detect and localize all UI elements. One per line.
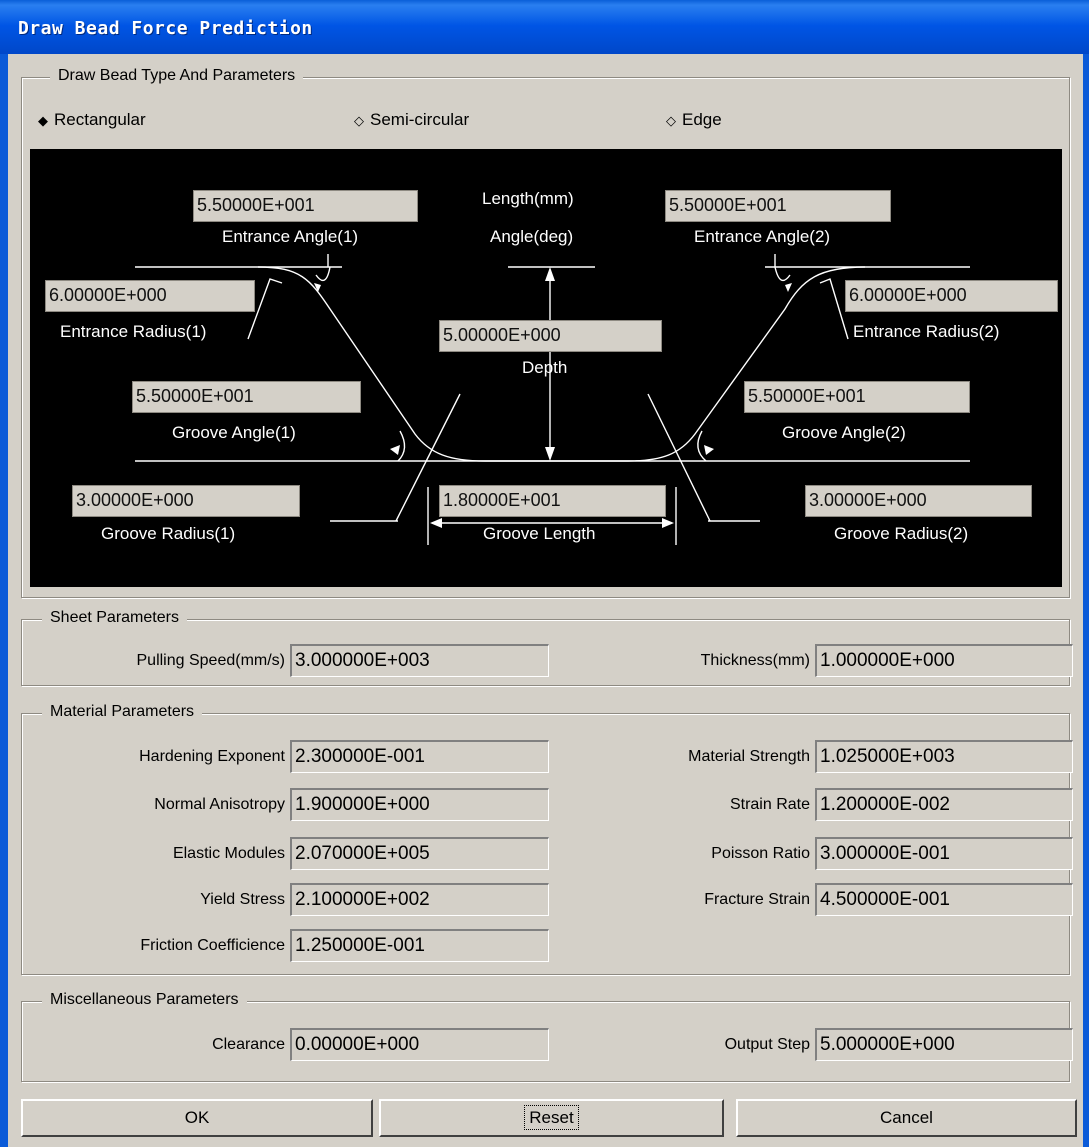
output-step-input[interactable]: 5.000000E+000: [815, 1028, 1073, 1061]
material-strength-input[interactable]: 1.025000E+003: [815, 740, 1073, 773]
entrance-radius-1-field[interactable]: 6.00000E+000: [45, 280, 255, 312]
misc-parameters-legend: Miscellaneous Parameters: [42, 991, 247, 1009]
reset-button[interactable]: Reset: [379, 1099, 724, 1137]
radio-selected-icon: ◆: [38, 113, 48, 128]
entrance-angle-2-label: Entrance Angle(2): [694, 227, 831, 246]
elastic-modules-input[interactable]: 2.070000E+005: [290, 837, 549, 870]
thickness-label: Thickness(mm): [700, 652, 810, 669]
units-angle-label: Angle(deg): [490, 227, 574, 246]
strain-rate-label: Strain Rate: [729, 796, 810, 813]
groove-angle-2-field[interactable]: 5.50000E+001: [744, 381, 970, 413]
entrance-angle-1-field[interactable]: 5.50000E+001: [193, 190, 418, 222]
groove-radius-1-label: Groove Radius(1): [101, 524, 236, 543]
radio-rectangular-label: Rectangular: [54, 110, 146, 129]
strain-rate-input[interactable]: 1.200000E-002: [815, 788, 1073, 821]
entrance-radius-1-label: Entrance Radius(1): [60, 322, 207, 341]
elastic-modules-label: Elastic Modules: [172, 845, 285, 862]
material-strength-label: Material Strength: [688, 748, 810, 765]
normal-anisotropy-label: Normal Anisotropy: [154, 796, 285, 813]
radio-semi-circular-label: Semi-circular: [370, 110, 470, 129]
poisson-ratio-label: Poisson Ratio: [711, 845, 810, 862]
friction-coefficience-input[interactable]: 1.250000E-001: [290, 929, 549, 962]
groove-length-field[interactable]: 1.80000E+001: [439, 485, 666, 517]
yield-stress-label: Yield Stress: [200, 891, 285, 908]
entrance-angle-1-label: Entrance Angle(1): [222, 227, 359, 246]
thickness-input[interactable]: 1.000000E+000: [815, 644, 1073, 677]
radio-rectangular[interactable]: ◆ Rectangular: [36, 110, 146, 130]
draw-bead-type-legend: Draw Bead Type And Parameters: [50, 67, 304, 85]
normal-anisotropy-input[interactable]: 1.900000E+000: [290, 788, 549, 821]
material-parameters-legend: Material Parameters: [42, 703, 203, 721]
clearance-input[interactable]: 0.00000E+000: [290, 1028, 549, 1061]
ok-button[interactable]: OK: [21, 1099, 373, 1137]
entrance-radius-2-label: Entrance Radius(2): [853, 322, 1000, 341]
hardening-exponent-label: Hardening Exponent: [139, 748, 285, 765]
groove-length-label: Groove Length: [483, 524, 596, 543]
friction-coefficience-label: Friction Coefficience: [140, 937, 285, 954]
groove-radius-1-field[interactable]: 3.00000E+000: [72, 485, 300, 517]
cancel-button[interactable]: Cancel: [736, 1099, 1077, 1137]
reset-button-label: Reset: [524, 1105, 579, 1130]
depth-label: Depth: [522, 358, 568, 377]
groove-angle-1-field[interactable]: 5.50000E+001: [132, 381, 361, 413]
pulling-speed-input[interactable]: 3.000000E+003: [290, 644, 549, 677]
sheet-parameters-legend: Sheet Parameters: [42, 609, 187, 627]
radio-edge-label: Edge: [682, 110, 722, 129]
hardening-exponent-input[interactable]: 2.300000E-001: [290, 740, 549, 773]
radio-semi-circular[interactable]: ◇ Semi-circular: [352, 110, 469, 130]
groove-radius-2-field[interactable]: 3.00000E+000: [805, 485, 1032, 517]
fracture-strain-label: Fracture Strain: [704, 891, 810, 908]
pulling-speed-label: Pulling Speed(mm/s): [136, 652, 286, 669]
bead-diagram: 5.50000E+001 Entrance Angle(1) Length(mm…: [30, 149, 1062, 587]
entrance-radius-2-field[interactable]: 6.00000E+000: [845, 280, 1058, 312]
clearance-label: Clearance: [212, 1036, 285, 1053]
radio-unselected-icon: ◇: [666, 113, 676, 128]
depth-field[interactable]: 5.00000E+000: [439, 320, 662, 352]
groove-angle-2-label: Groove Angle(2): [782, 423, 906, 442]
window-title: Draw Bead Force Prediction: [18, 18, 313, 39]
output-step-label: Output Step: [724, 1036, 810, 1053]
units-length-label: Length(mm): [482, 189, 574, 208]
groove-angle-1-label: Groove Angle(1): [172, 423, 296, 442]
fracture-strain-input[interactable]: 4.500000E-001: [815, 883, 1073, 916]
radio-edge[interactable]: ◇ Edge: [664, 110, 722, 130]
yield-stress-input[interactable]: 2.100000E+002: [290, 883, 549, 916]
radio-unselected-icon: ◇: [354, 113, 364, 128]
groove-radius-2-label: Groove Radius(2): [834, 524, 969, 543]
entrance-angle-2-field[interactable]: 5.50000E+001: [665, 190, 891, 222]
poisson-ratio-input[interactable]: 3.000000E-001: [815, 837, 1073, 870]
